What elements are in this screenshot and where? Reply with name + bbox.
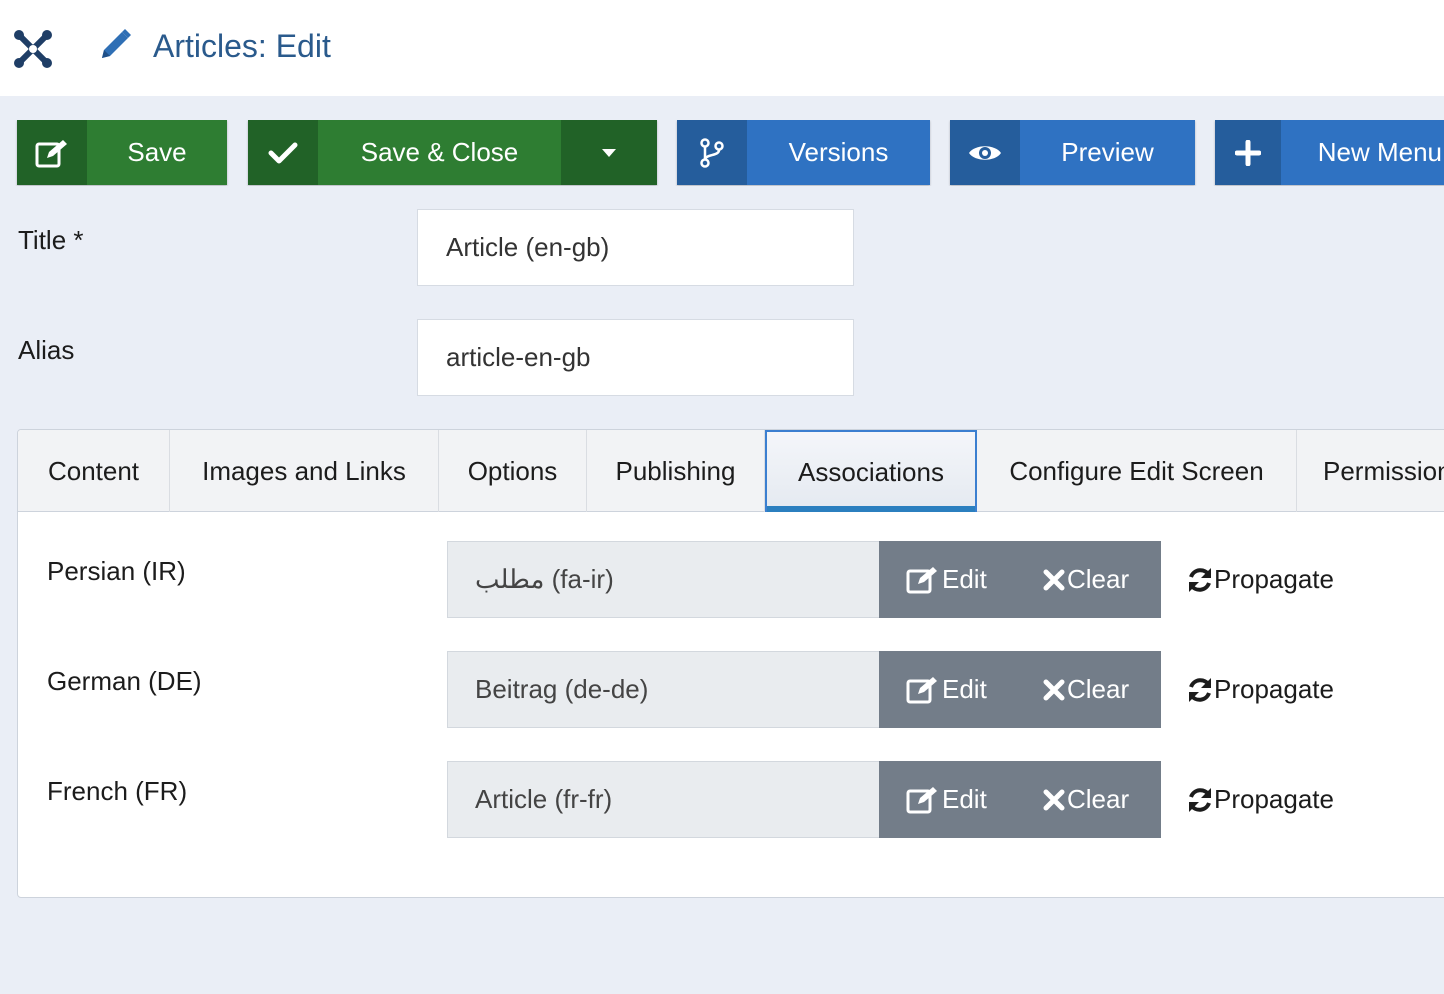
tab-publishing[interactable]: Publishing	[587, 430, 765, 512]
tab-options[interactable]: Options	[439, 430, 587, 512]
edit-label: Edit	[942, 784, 987, 814]
association-button-group: Edit Clear	[879, 761, 1161, 838]
propagate-label: Propagate	[1214, 674, 1334, 704]
edit-icon	[906, 676, 937, 703]
association-value-field[interactable]	[447, 541, 880, 618]
edit-association-button[interactable]: Edit	[879, 761, 1017, 838]
branch-icon	[677, 120, 747, 185]
refresh-icon	[1189, 677, 1211, 702]
new-menu-button[interactable]: New Menu	[1215, 120, 1444, 185]
eye-icon	[950, 120, 1020, 185]
clear-association-button[interactable]: Clear	[1017, 651, 1161, 728]
save-close-button[interactable]: Save & Close	[248, 120, 657, 185]
refresh-icon	[1189, 787, 1211, 812]
check-icon	[248, 120, 318, 185]
close-icon	[1043, 569, 1065, 590]
tab-associations[interactable]: Associations	[765, 430, 977, 512]
caret-down-icon[interactable]	[561, 120, 657, 185]
edit-icon	[17, 120, 87, 185]
tab-images-and-links[interactable]: Images and Links	[170, 430, 439, 512]
edit-association-button[interactable]: Edit	[879, 541, 1017, 618]
alias-input[interactable]	[417, 319, 854, 396]
clear-association-button[interactable]: Clear	[1017, 541, 1161, 618]
propagate-label: Propagate	[1214, 784, 1334, 814]
association-value-field[interactable]	[447, 761, 880, 838]
close-icon	[1043, 679, 1065, 700]
article-tabs-panel: Content Images and Links Options Publish…	[17, 429, 1444, 898]
association-value-field[interactable]	[447, 651, 880, 728]
save-button[interactable]: Save	[17, 120, 227, 185]
pencil-icon	[102, 29, 131, 58]
save-close-button-label: Save & Close	[318, 120, 561, 185]
title-label: Title *	[18, 225, 84, 255]
preview-button-label: Preview	[1020, 120, 1195, 185]
save-button-label: Save	[87, 120, 227, 185]
toolbar: Save Save & Close Versions Preview New M…	[0, 120, 1444, 186]
versions-button[interactable]: Versions	[677, 120, 930, 185]
edit-icon	[906, 566, 937, 593]
new-menu-button-label: New Menu	[1280, 120, 1444, 185]
association-language-label: French (FR)	[47, 776, 188, 806]
propagate-button[interactable]: Propagate	[1186, 651, 1334, 728]
clear-label: Clear	[1067, 564, 1130, 594]
propagate-label: Propagate	[1214, 564, 1334, 594]
tab-bar: Content Images and Links Options Publish…	[18, 430, 1444, 512]
versions-button-label: Versions	[747, 120, 930, 185]
alias-label: Alias	[18, 335, 75, 365]
plus-icon	[1215, 120, 1281, 185]
clear-label: Clear	[1067, 674, 1130, 704]
edit-label: Edit	[942, 564, 987, 594]
tab-content[interactable]: Content	[18, 430, 170, 512]
association-button-group: Edit Clear	[879, 541, 1161, 618]
association-language-label: Persian (IR)	[47, 556, 186, 586]
propagate-button[interactable]: Propagate	[1186, 541, 1334, 618]
joomla-logo-icon[interactable]	[12, 28, 54, 70]
tab-permissions[interactable]: Permissions	[1297, 430, 1444, 512]
edit-icon	[906, 786, 937, 813]
clear-label: Clear	[1067, 784, 1130, 814]
association-language-label: German (DE)	[47, 666, 202, 696]
preview-button[interactable]: Preview	[950, 120, 1195, 185]
edit-label: Edit	[942, 674, 987, 704]
header-bar: Articles: Edit	[0, 0, 1444, 96]
clear-association-button[interactable]: Clear	[1017, 761, 1161, 838]
close-icon	[1043, 789, 1065, 810]
refresh-icon	[1189, 567, 1211, 592]
tab-configure-edit-screen[interactable]: Configure Edit Screen	[977, 430, 1297, 512]
association-button-group: Edit Clear	[879, 651, 1161, 728]
title-input[interactable]	[417, 209, 854, 286]
edit-association-button[interactable]: Edit	[879, 651, 1017, 728]
page-title: Articles: Edit	[153, 28, 331, 64]
propagate-button[interactable]: Propagate	[1186, 761, 1334, 838]
